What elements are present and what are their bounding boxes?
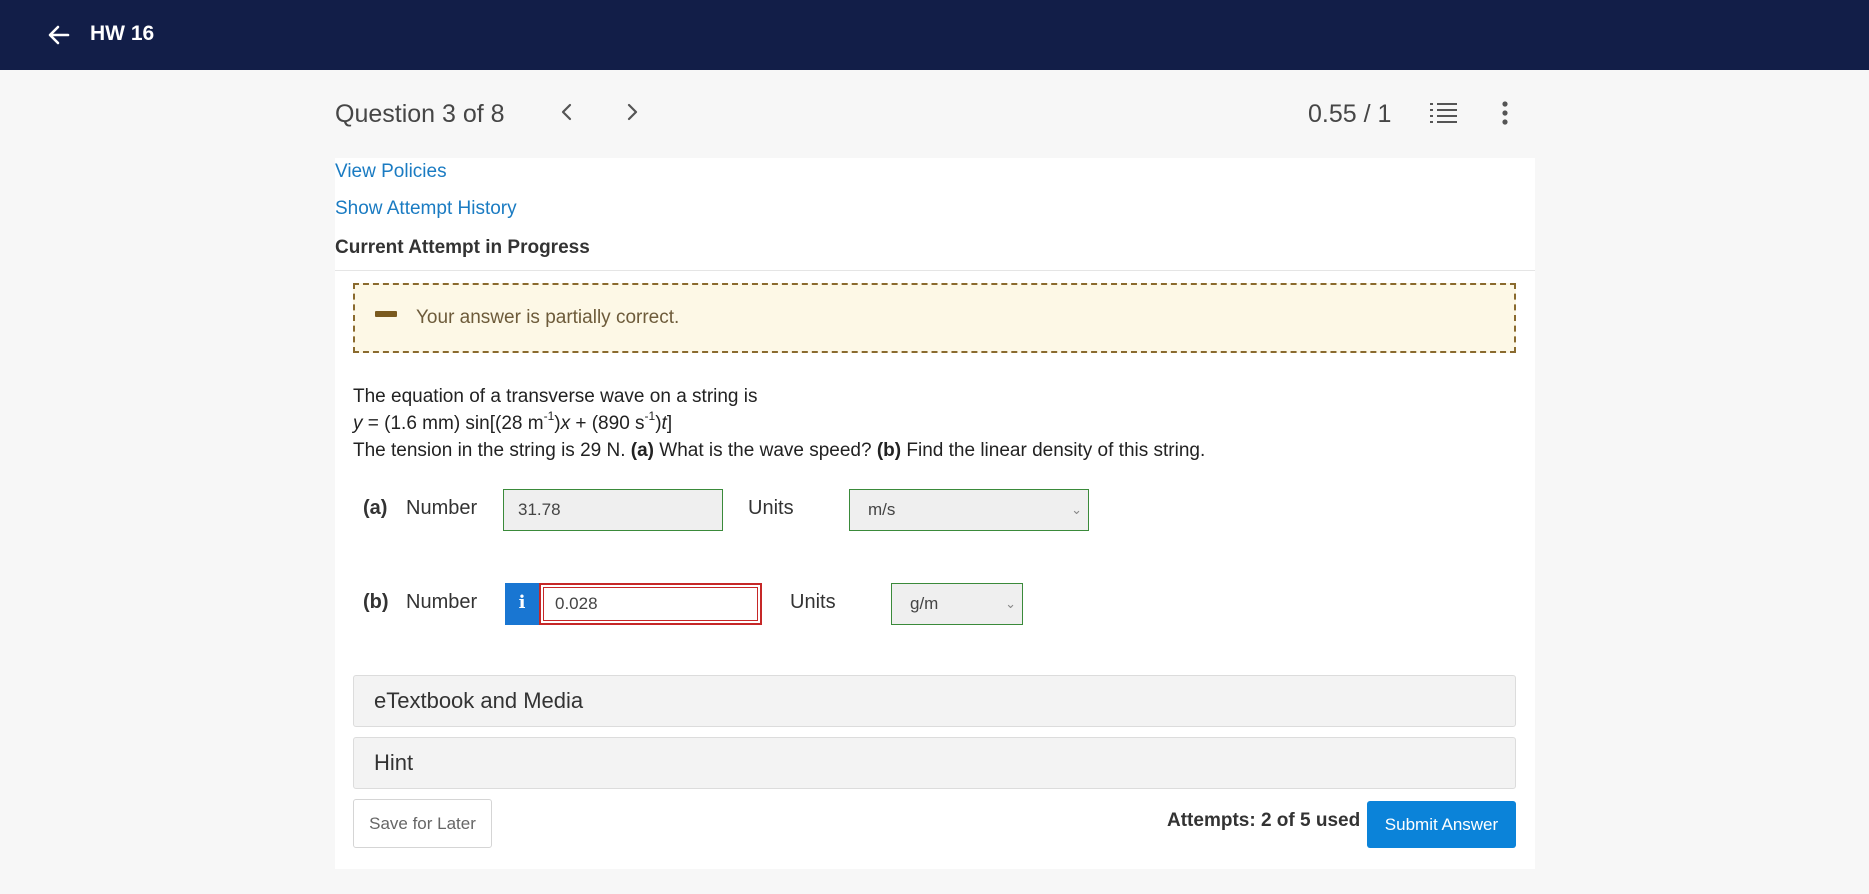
submit-answer-button[interactable]: Submit Answer (1367, 801, 1516, 848)
next-question-icon[interactable] (614, 94, 650, 130)
attempt-status-heading: Current Attempt in Progress (335, 237, 590, 258)
part-a-number-input[interactable] (503, 489, 723, 531)
show-attempt-history-link[interactable]: Show Attempt History (335, 198, 517, 220)
question-header: Question 3 of 8 0.55 / 1 (0, 70, 1869, 158)
view-policies-link[interactable]: View Policies (335, 161, 447, 183)
divider (335, 270, 1535, 271)
etextbook-media-label: eTextbook and Media (374, 688, 584, 713)
part-a-units-label: Units (748, 497, 794, 519)
chevron-down-icon: ⌄ (1005, 596, 1016, 611)
part-b-number-label: Number (406, 591, 478, 613)
part-b-number-input[interactable] (539, 583, 762, 625)
back-arrow-icon[interactable] (44, 20, 74, 50)
attempts-counter: Attempts: 2 of 5 used (1167, 810, 1361, 831)
partial-correct-banner: Your answer is partially correct. (353, 283, 1516, 353)
info-icon[interactable]: i (505, 583, 539, 625)
previous-question-icon[interactable] (549, 94, 585, 130)
part-a-units-select[interactable]: m/s ⌄ (849, 489, 1089, 531)
part-a-unit-value: m/s (868, 500, 896, 519)
wave-equation: y = (1.6 mm) sin[(28 m-1)x + (890 s-1)t] (353, 408, 673, 434)
part-b-units-label: Units (790, 591, 836, 613)
top-bar: HW 16 (0, 0, 1869, 70)
part-b-unit-value: g/m (910, 594, 939, 613)
save-for-later-button[interactable]: Save for Later (353, 799, 492, 848)
hint-section[interactable]: Hint (353, 737, 1516, 789)
question-counter: Question 3 of 8 (335, 100, 505, 128)
question-text: The equation of a transverse wave on a s… (353, 383, 1205, 464)
part-b-label: (b) (363, 591, 389, 613)
part-a-number-label: Number (406, 497, 478, 519)
feedback-text: Your answer is partially correct. (416, 307, 680, 328)
etextbook-media-section[interactable]: eTextbook and Media (353, 675, 1516, 727)
more-options-icon[interactable] (1490, 98, 1520, 128)
part-b-units-select[interactable]: g/m ⌄ (891, 583, 1023, 625)
chevron-down-icon: ⌄ (1071, 502, 1082, 517)
partial-minus-icon (375, 311, 397, 317)
part-a-label: (a) (363, 497, 388, 519)
question-score: 0.55 / 1 (1308, 100, 1392, 128)
part-b-input-group: i (505, 583, 762, 625)
question-prompt: The tension in the string is 29 N. (a) W… (353, 440, 1206, 461)
question-list-icon[interactable] (1428, 98, 1460, 128)
question-intro: The equation of a transverse wave on a s… (353, 386, 758, 407)
question-panel: View Policies Show Attempt History Curre… (335, 158, 1535, 869)
hint-label: Hint (374, 750, 414, 775)
assignment-title: HW 16 (90, 22, 155, 45)
